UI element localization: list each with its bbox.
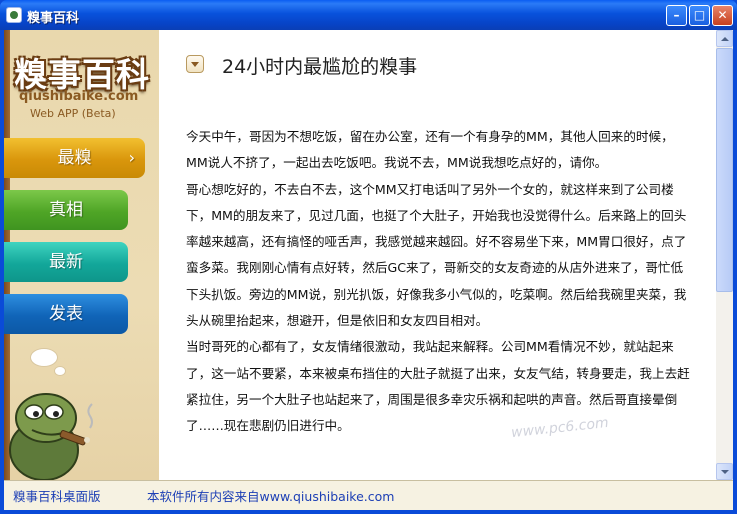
logo-domain: qiushibaike.com: [19, 89, 139, 104]
post-body: 今天中午，哥因为不想吃饭，留在办公室，还有一个有身孕的MM，其他人回来的时候，M…: [186, 124, 692, 440]
turtle-mascot-icon: [9, 393, 93, 480]
sidebar: 糗事百科 qiushibaike.com Web APP (Beta) 最糗 ›…: [4, 30, 159, 480]
logo-subtitle: Web APP (Beta): [30, 107, 116, 120]
post-paragraph: 当时哥死的心都有了，女友情绪很激动，我站起来解释。公司MM看情况不妙，就站起来了…: [186, 339, 690, 434]
chevron-right-icon: ›: [128, 148, 135, 167]
collapse-arrow-icon[interactable]: [186, 55, 204, 73]
vertical-scrollbar[interactable]: [716, 30, 733, 480]
status-app-name: 糗事百科桌面版: [13, 489, 101, 504]
nav-item-label: 发表: [49, 304, 83, 324]
nav-item-zhenxiang[interactable]: 真相: [4, 190, 128, 230]
close-button[interactable]: ✕: [712, 5, 733, 26]
post-paragraph: 今天中午，哥因为不想吃饭，留在办公室，还有一个有身孕的MM，其他人回来的时候，M…: [186, 129, 674, 171]
title-bar[interactable]: 糗事百科 – □ ✕: [0, 0, 737, 30]
scroll-up-icon[interactable]: [716, 30, 733, 47]
nav-item-fabiao[interactable]: 发表: [4, 294, 128, 334]
status-bar: 糗事百科桌面版 本软件所有内容来自www.qiushibaike.com: [4, 480, 733, 510]
scroll-thumb[interactable]: [716, 48, 733, 292]
post-paragraph: 哥心想吃好的，不去白不去，这个MM又打电话叫了另外一个女的，就这样来到了公司楼下…: [186, 181, 687, 329]
app-window: 糗事百科 – □ ✕ 糗事百科 qiushibaike.com Web APP …: [0, 0, 737, 514]
nav-item-label: 真相: [49, 200, 83, 220]
nav-item-zuiqiu[interactable]: 最糗 ›: [4, 138, 145, 178]
thought-cloud-small-icon: [54, 366, 66, 376]
app-icon: [6, 7, 22, 23]
nav-item-label: 最新: [49, 252, 83, 272]
minimize-button[interactable]: –: [666, 5, 687, 26]
maximize-button[interactable]: □: [689, 5, 710, 26]
thought-cloud-icon: [30, 348, 58, 367]
post-title: 24小时内最尴尬的糗事: [222, 56, 418, 78]
nav-item-label: 最糗: [57, 148, 92, 168]
status-source-note: 本软件所有内容来自www.qiushibaike.com: [147, 489, 395, 504]
scroll-down-icon[interactable]: [716, 463, 733, 480]
window-title: 糗事百科: [27, 11, 80, 26]
client-area: 糗事百科 qiushibaike.com Web APP (Beta) 最糗 ›…: [4, 30, 733, 510]
nav-item-zuixin[interactable]: 最新: [4, 242, 128, 282]
main-content: 24小时内最尴尬的糗事 今天中午，哥因为不想吃饭，留在办公室，还有一个有身孕的M…: [159, 30, 716, 480]
